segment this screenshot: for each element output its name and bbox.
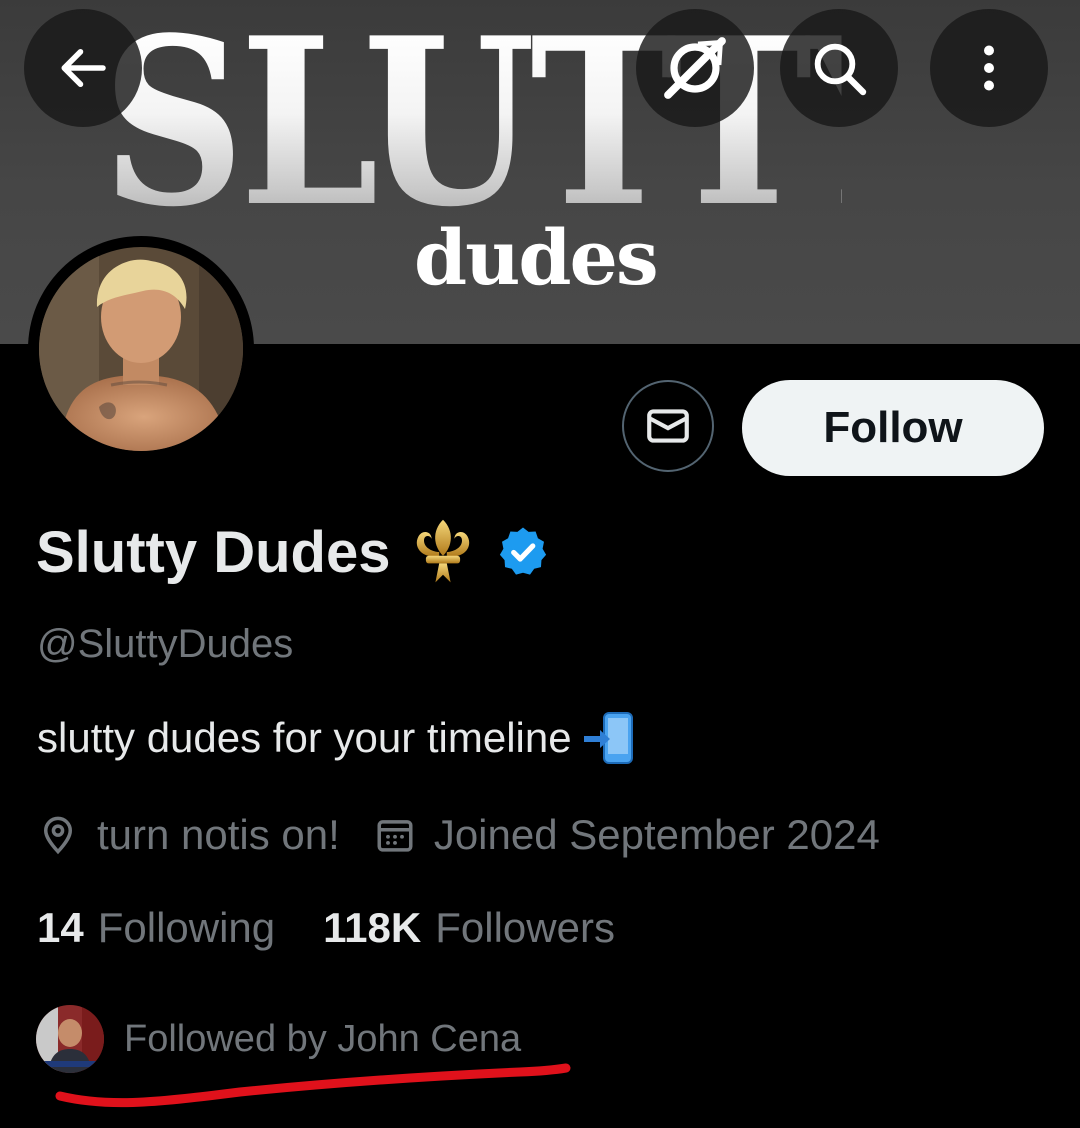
followed-by-row[interactable]: Followed by John Cena (34, 1003, 522, 1075)
fleur-de-lis-icon (416, 519, 469, 583)
followers-label: Followers (435, 904, 615, 951)
follow-button[interactable]: Follow (742, 380, 1044, 476)
following-label: Following (97, 904, 276, 951)
followers-link[interactable]: 118K Followers (323, 904, 615, 952)
search-button[interactable] (780, 9, 898, 127)
mobile-arrow-icon (583, 712, 633, 764)
grok-icon (664, 37, 726, 99)
profile-meta: turn notis on! Joined September 2024 (37, 805, 880, 865)
grok-button[interactable] (636, 9, 754, 127)
banner-subtitle: dudes (414, 213, 659, 302)
more-vertical-icon (984, 45, 994, 91)
display-name: Slutty Dudes (36, 519, 391, 585)
profile-avatar[interactable] (28, 236, 254, 462)
following-count: 14 (37, 904, 84, 951)
envelope-icon (647, 409, 689, 443)
message-button[interactable] (622, 380, 714, 472)
joined-item: Joined September 2024 (374, 811, 880, 859)
location-item: turn notis on! (37, 811, 340, 859)
calendar-icon (377, 820, 413, 852)
arrow-left-icon (61, 49, 106, 87)
joined-text: Joined September 2024 (433, 811, 880, 858)
bio-text: slutty dudes for your timeline (37, 714, 572, 761)
avatar-image (39, 247, 243, 451)
profile-bio: slutty dudes for your timeline (37, 710, 638, 766)
location-pin-icon (43, 816, 73, 855)
followers-count: 118K (323, 904, 422, 951)
location-text: turn notis on! (97, 811, 340, 858)
display-name-row: Slutty Dudes (36, 512, 551, 592)
back-button[interactable] (24, 9, 142, 127)
verified-badge-icon (499, 527, 546, 575)
search-icon (814, 43, 867, 96)
following-link[interactable]: 14 Following (37, 904, 275, 952)
profile-handle: @SluttyDudes (37, 622, 294, 666)
more-options-button[interactable] (930, 9, 1048, 127)
profile-stats: 14 Following 118K Followers (37, 898, 615, 958)
followed-by-text: Followed by John Cena (124, 1017, 522, 1060)
profile-page: SLUTTY dudes Follow Slutty Dudes @Slutty… (0, 0, 1080, 1128)
follower-avatar (34, 1003, 106, 1075)
